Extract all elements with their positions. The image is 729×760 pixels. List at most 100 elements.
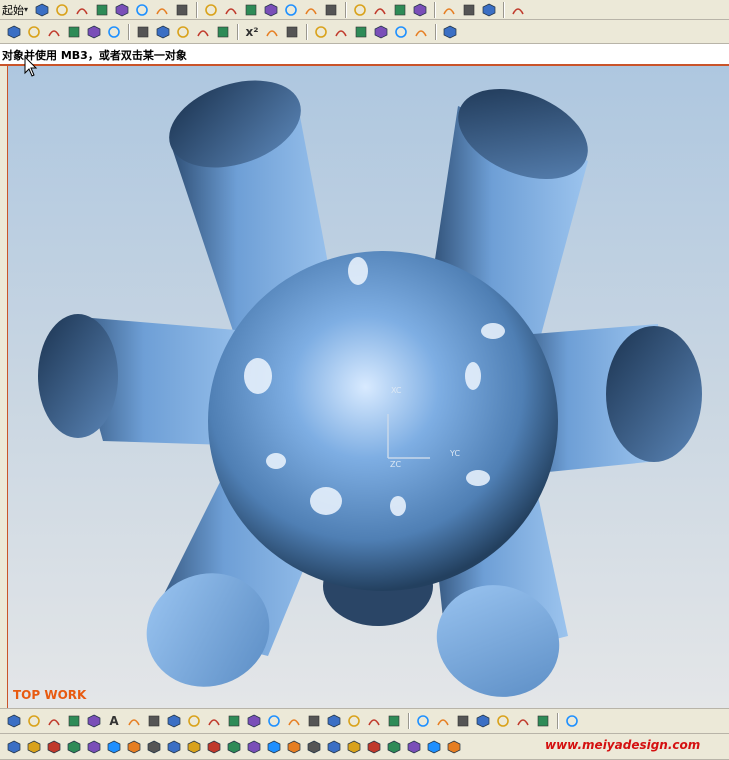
cube-u-icon[interactable]: [426, 739, 442, 755]
book-icon[interactable]: [6, 739, 22, 755]
lamp-icon[interactable]: [515, 713, 531, 729]
analysis-icon[interactable]: [481, 2, 497, 18]
view-iso-icon[interactable]: [352, 2, 368, 18]
cube-e-icon[interactable]: [106, 739, 122, 755]
project-icon[interactable]: [346, 713, 362, 729]
cut-icon[interactable]: [94, 2, 110, 18]
polygon-tool-icon[interactable]: [206, 713, 222, 729]
cube-h-icon[interactable]: [166, 739, 182, 755]
point-set-icon[interactable]: [126, 713, 142, 729]
cube-g-icon[interactable]: [146, 739, 162, 755]
shade-icon[interactable]: [223, 2, 239, 18]
trim-icon[interactable]: [393, 24, 409, 40]
feature-icon[interactable]: [135, 24, 151, 40]
toolbar-separator: [345, 1, 347, 18]
cube-l-icon[interactable]: [246, 739, 262, 755]
new-file-icon[interactable]: [34, 2, 50, 18]
plus-icon[interactable]: [106, 24, 122, 40]
fit-icon[interactable]: [243, 2, 259, 18]
graphics-viewport[interactable]: XC YC ZC TOP WORK: [8, 66, 729, 708]
expression-icon[interactable]: x²: [244, 24, 260, 40]
edit-icon[interactable]: [413, 24, 429, 40]
shade-tool-icon[interactable]: [495, 713, 511, 729]
face-icon[interactable]: [455, 713, 471, 729]
tools-icon[interactable]: [510, 2, 526, 18]
rectangle-icon[interactable]: [186, 713, 202, 729]
analysis-shape-icon[interactable]: [442, 24, 458, 40]
transform-icon[interactable]: [264, 24, 280, 40]
arc-tool-icon[interactable]: [6, 713, 22, 729]
start-menu[interactable]: 起始 ▾: [0, 2, 32, 18]
paste-icon[interactable]: [134, 2, 150, 18]
cube-t-icon[interactable]: [406, 739, 422, 755]
axis-label-x: XC: [391, 386, 402, 395]
spiral-icon[interactable]: [246, 713, 262, 729]
cube-s-icon[interactable]: [386, 739, 402, 755]
arc-icon[interactable]: [26, 24, 42, 40]
view-top-icon[interactable]: [392, 2, 408, 18]
save-icon[interactable]: [74, 2, 90, 18]
join-icon[interactable]: [326, 713, 342, 729]
extract-icon[interactable]: [266, 713, 282, 729]
revolve-icon[interactable]: [175, 24, 191, 40]
intersect-icon[interactable]: [366, 713, 382, 729]
cube-c-icon[interactable]: [66, 739, 82, 755]
undo-icon[interactable]: [154, 2, 170, 18]
move-icon[interactable]: [284, 24, 300, 40]
blend-icon[interactable]: [215, 24, 231, 40]
curve-analysis-icon[interactable]: [313, 24, 329, 40]
cube-v-icon[interactable]: [446, 739, 462, 755]
line-icon[interactable]: [6, 24, 22, 40]
cube-k-icon[interactable]: [226, 739, 242, 755]
view-right-icon[interactable]: [412, 2, 428, 18]
toolbar-separator: [408, 713, 409, 729]
cube-i-icon[interactable]: [186, 739, 202, 755]
view-front-icon[interactable]: [372, 2, 388, 18]
copy-icon[interactable]: [114, 2, 130, 18]
helix-icon[interactable]: [86, 713, 102, 729]
isoparam-icon[interactable]: [435, 713, 451, 729]
cube-n-icon[interactable]: [286, 739, 302, 755]
ellipse-icon[interactable]: [226, 713, 242, 729]
cube-q-icon[interactable]: [346, 739, 362, 755]
measure-icon[interactable]: [461, 2, 477, 18]
surface-analysis-icon[interactable]: [333, 24, 349, 40]
fillet-icon[interactable]: [166, 713, 182, 729]
sweep-icon[interactable]: [195, 24, 211, 40]
close-view-icon[interactable]: [203, 2, 219, 18]
curve-tool-icon[interactable]: [26, 713, 42, 729]
section-icon[interactable]: [353, 24, 369, 40]
pan-icon[interactable]: [303, 2, 319, 18]
cube-o-icon[interactable]: [306, 739, 322, 755]
cube-b-icon[interactable]: [46, 739, 62, 755]
circle-icon[interactable]: [66, 24, 82, 40]
open-file-icon[interactable]: [54, 2, 70, 18]
paint-icon[interactable]: [535, 713, 551, 729]
cube-m-icon[interactable]: [266, 739, 282, 755]
zoom-icon[interactable]: [263, 2, 279, 18]
text-icon[interactable]: A: [106, 713, 122, 729]
cube-a-icon[interactable]: [26, 739, 42, 755]
layer-icon[interactable]: [323, 2, 339, 18]
law-curve-icon[interactable]: [286, 713, 302, 729]
mesh-icon[interactable]: [475, 713, 491, 729]
rotate-icon[interactable]: [283, 2, 299, 18]
view-triad-icon[interactable]: [564, 713, 580, 729]
offset-icon[interactable]: [373, 24, 389, 40]
polygon-icon[interactable]: [86, 24, 102, 40]
studio-spline-icon[interactable]: [66, 713, 82, 729]
wire-icon[interactable]: [415, 713, 431, 729]
point-icon[interactable]: [46, 24, 62, 40]
spline-icon[interactable]: [46, 713, 62, 729]
plus-point-icon[interactable]: [146, 713, 162, 729]
cube-p-icon[interactable]: [326, 739, 342, 755]
cube-f-icon[interactable]: [126, 739, 142, 755]
sheet-icon[interactable]: [441, 2, 457, 18]
bridge-icon[interactable]: [306, 713, 322, 729]
cube-d-icon[interactable]: [86, 739, 102, 755]
section-curve-icon[interactable]: [386, 713, 402, 729]
brush-icon[interactable]: [174, 2, 190, 18]
cube-r-icon[interactable]: [366, 739, 382, 755]
extrude-icon[interactable]: [155, 24, 171, 40]
cube-j-icon[interactable]: [206, 739, 222, 755]
